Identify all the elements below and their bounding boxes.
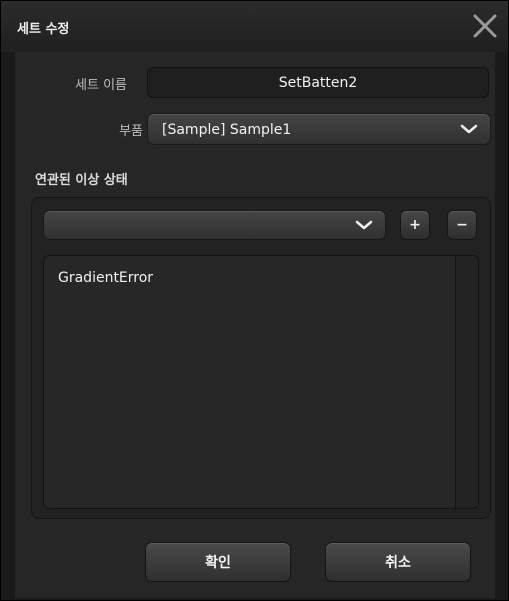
chevron-down-icon xyxy=(460,124,478,134)
title-bar: 세트 수정 xyxy=(1,1,508,52)
part-label: 부품 xyxy=(119,124,143,139)
set-name-field[interactable]: SetBatten2 xyxy=(147,67,489,98)
dialog-title: 세트 수정 xyxy=(17,22,70,37)
cancel-button[interactable]: 취소 xyxy=(325,542,471,582)
close-icon[interactable] xyxy=(472,13,498,39)
set-name-label: 세트 이름 xyxy=(75,78,127,93)
remove-state-button[interactable]: − xyxy=(447,210,477,240)
list-scrollbar[interactable] xyxy=(455,256,478,508)
add-state-button[interactable]: + xyxy=(400,210,430,240)
chevron-down-icon xyxy=(355,220,373,230)
set-name-value: SetBatten2 xyxy=(278,74,358,91)
part-dropdown-value: [Sample] Sample1 xyxy=(162,122,292,138)
confirm-button[interactable]: 확인 xyxy=(145,542,291,582)
part-dropdown[interactable]: [Sample] Sample1 xyxy=(147,113,491,145)
section-title: 연관된 이상 상태 xyxy=(35,173,128,188)
list-item[interactable]: GradientError xyxy=(58,270,153,286)
abnormal-states-list[interactable]: GradientError xyxy=(43,255,479,509)
edit-set-dialog: 세트 수정 세트 이름 SetBatten2 부품 [Sample] Sampl… xyxy=(0,0,509,601)
abnormal-state-dropdown[interactable] xyxy=(43,210,386,240)
